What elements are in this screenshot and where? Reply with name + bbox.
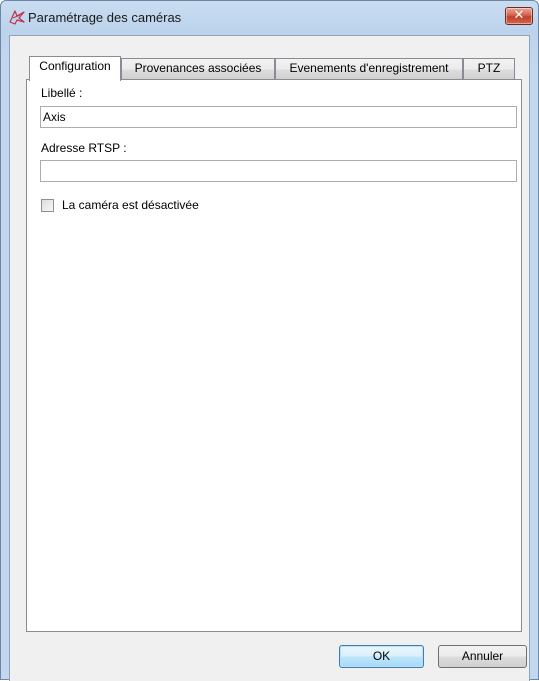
tab-ptz[interactable]: PTZ bbox=[463, 58, 515, 80]
window-title: Paramétrage des caméras bbox=[28, 10, 182, 25]
title-bar[interactable]: Paramétrage des caméras ✕ bbox=[1, 1, 538, 35]
close-icon: ✕ bbox=[513, 8, 525, 23]
tab-provenances-associees[interactable]: Provenances associées bbox=[121, 58, 275, 80]
close-button[interactable]: ✕ bbox=[505, 7, 533, 25]
rtsp-input[interactable] bbox=[40, 160, 517, 182]
libelle-input[interactable] bbox=[40, 106, 517, 128]
tab-configuration[interactable]: Configuration bbox=[29, 56, 121, 81]
tab-evenements-enregistrement[interactable]: Evenements d'enregistrement bbox=[275, 58, 463, 80]
camera-icon bbox=[8, 9, 26, 25]
rtsp-label: Adresse RTSP : bbox=[41, 141, 127, 155]
disabled-checkbox-label[interactable]: La caméra est désactivée bbox=[62, 198, 199, 212]
libelle-label: Libellé : bbox=[41, 86, 83, 100]
cancel-button[interactable]: Annuler bbox=[438, 645, 527, 668]
disabled-checkbox[interactable] bbox=[41, 199, 54, 212]
ok-button[interactable]: OK bbox=[339, 645, 424, 668]
